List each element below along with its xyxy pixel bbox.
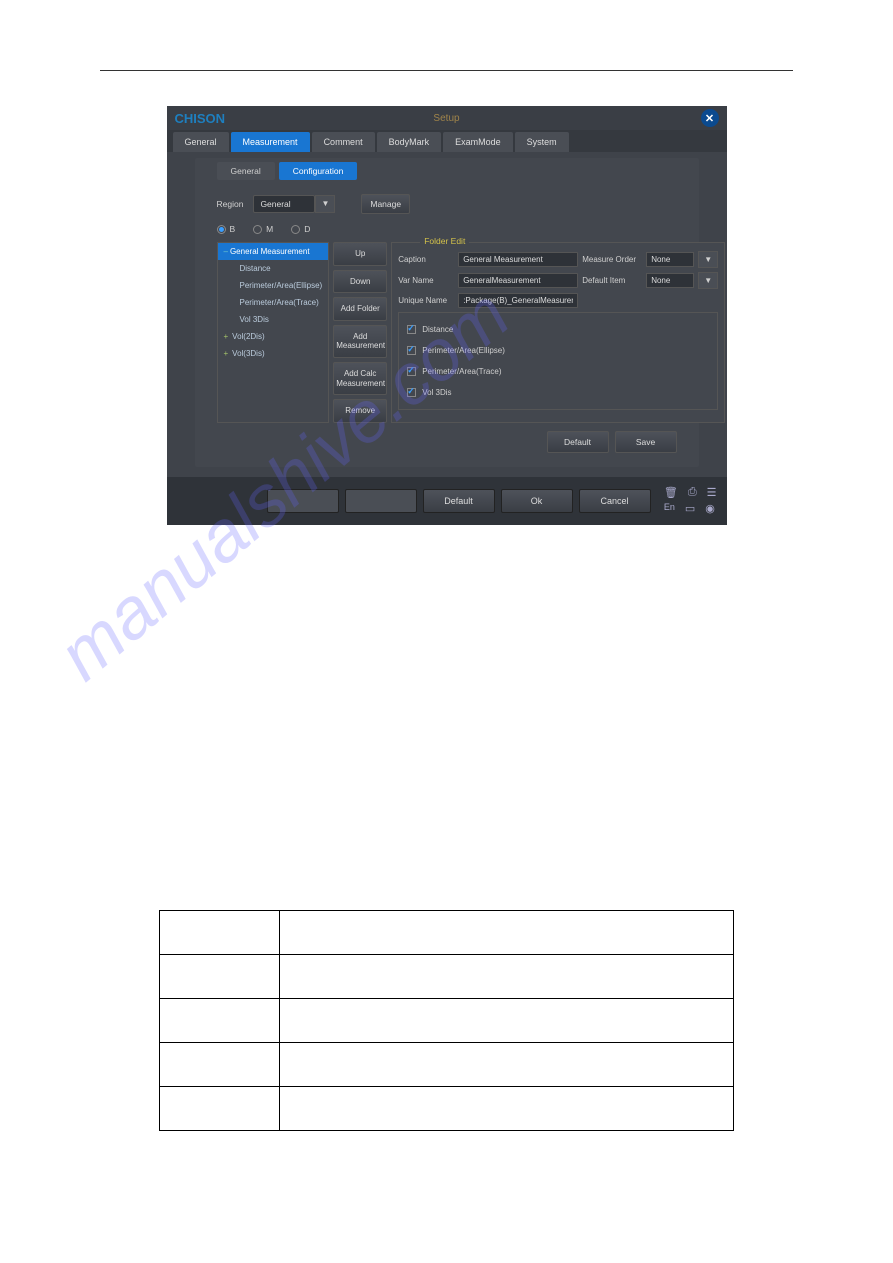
tab-bodymark[interactable]: BodyMark <box>377 132 442 152</box>
folder-edit-panel: Folder Edit Caption Measure Order None ▼… <box>391 242 725 423</box>
footer-cancel-button[interactable]: Cancel <box>579 489 651 513</box>
tab-exammode[interactable]: ExamMode <box>443 132 513 152</box>
region-row: Region General ▼ Manage <box>217 188 677 220</box>
storage-icon[interactable]: ⎙ <box>688 486 697 499</box>
varname-label: Var Name <box>398 276 454 285</box>
microphone-icon[interactable]: ◉ <box>705 502 715 515</box>
footer-buttons: Default Ok Cancel <box>267 489 651 513</box>
measurement-tree: –General Measurement Distance Perimeter/… <box>217 242 330 423</box>
expand-icon: + <box>224 349 229 358</box>
expand-icon: + <box>224 332 229 341</box>
items-checklist: Distance Perimeter/Area(Ellipse) Perimet… <box>398 312 718 410</box>
table-row <box>160 1042 734 1086</box>
check-ellipse[interactable]: Perimeter/Area(Ellipse) <box>405 340 711 361</box>
main-tabs: General Measurement Comment BodyMark Exa… <box>167 130 727 152</box>
subtab-configuration[interactable]: Configuration <box>279 162 358 180</box>
radio-b[interactable]: B <box>217 224 236 234</box>
default-item-select[interactable]: None <box>646 273 694 288</box>
down-button[interactable]: Down <box>333 270 387 294</box>
save-button[interactable]: Save <box>615 431 677 453</box>
config-panel: General Configuration Region General ▼ M… <box>195 158 699 467</box>
document-divider <box>100 70 793 71</box>
tree-item-vol3dis[interactable]: Vol 3Dis <box>218 311 329 328</box>
radio-m[interactable]: M <box>253 224 273 234</box>
footer-status-icons: 🗑 ⎙ ☰ En ▭ ◉ <box>664 486 717 515</box>
tab-general[interactable]: General <box>173 132 229 152</box>
footer-blank-2[interactable] <box>345 489 417 513</box>
config-main-row: –General Measurement Distance Perimeter/… <box>217 242 677 423</box>
varname-input[interactable] <box>458 273 578 288</box>
measure-order-select[interactable]: None <box>646 252 694 267</box>
collapse-icon: – <box>224 247 228 256</box>
app-footer: Default Ok Cancel 🗑 ⎙ ☰ En ▭ ◉ <box>167 477 727 525</box>
region-select[interactable]: General <box>253 195 315 213</box>
language-indicator[interactable]: En <box>664 502 675 515</box>
tree-item-vol3dis-parent[interactable]: +Vol(3Dis) <box>218 345 329 362</box>
region-label: Region <box>217 199 244 209</box>
checkbox-icon <box>407 325 416 334</box>
chevron-down-icon[interactable]: ▼ <box>698 272 718 289</box>
tree-item-vol2dis[interactable]: +Vol(2Dis) <box>218 328 329 345</box>
radio-icon <box>253 225 262 234</box>
panel-footer-buttons: Default Save <box>217 423 677 453</box>
check-vol3dis[interactable]: Vol 3Dis <box>405 382 711 403</box>
radio-d[interactable]: D <box>291 224 310 234</box>
footer-ok-button[interactable]: Ok <box>501 489 573 513</box>
window-title: Setup <box>433 113 459 124</box>
usb-icon[interactable]: ☰ <box>707 486 717 499</box>
table-row <box>160 1086 734 1130</box>
tree-item-trace[interactable]: Perimeter/Area(Trace) <box>218 294 329 311</box>
footer-blank-1[interactable] <box>267 489 339 513</box>
checkbox-icon <box>407 346 416 355</box>
unique-name-label: Unique Name <box>398 296 454 305</box>
titlebar: CHISON Setup ✕ <box>167 106 727 130</box>
footer-default-button[interactable]: Default <box>423 489 495 513</box>
tree-item-distance[interactable]: Distance <box>218 260 329 277</box>
add-measurement-button[interactable]: Add Measurement <box>333 325 387 358</box>
table-row <box>160 910 734 954</box>
table-row <box>160 998 734 1042</box>
checkbox-icon <box>407 367 416 376</box>
tree-item-general-measurement[interactable]: –General Measurement <box>218 243 329 260</box>
trash-icon[interactable]: 🗑 <box>664 486 678 499</box>
tab-comment[interactable]: Comment <box>312 132 375 152</box>
measure-order-label: Measure Order <box>582 255 642 264</box>
caption-input[interactable] <box>458 252 578 267</box>
tab-system[interactable]: System <box>515 132 569 152</box>
sub-tabs: General Configuration <box>217 162 677 188</box>
monitor-icon[interactable]: ▭ <box>685 502 695 515</box>
chevron-down-icon[interactable]: ▼ <box>315 195 335 213</box>
caption-label: Caption <box>398 255 454 264</box>
action-buttons: Up Down Add Folder Add Measurement Add C… <box>333 242 387 423</box>
chevron-down-icon[interactable]: ▼ <box>698 251 718 268</box>
check-trace[interactable]: Perimeter/Area(Trace) <box>405 361 711 382</box>
add-folder-button[interactable]: Add Folder <box>333 297 387 321</box>
brand-logo: CHISON <box>175 111 226 126</box>
table-row <box>160 954 734 998</box>
default-item-label: Default Item <box>582 276 642 285</box>
radio-icon <box>217 225 226 234</box>
check-distance[interactable]: Distance <box>405 319 711 340</box>
checkbox-icon <box>407 388 416 397</box>
folder-edit-title: Folder Edit <box>420 236 469 246</box>
radio-icon <box>291 225 300 234</box>
add-calc-measurement-button[interactable]: Add Calc Measurement <box>333 362 387 395</box>
close-icon: ✕ <box>705 112 714 125</box>
manage-button[interactable]: Manage <box>361 194 410 214</box>
default-button[interactable]: Default <box>547 431 609 453</box>
up-button[interactable]: Up <box>333 242 387 266</box>
remove-button[interactable]: Remove <box>333 399 387 423</box>
close-button[interactable]: ✕ <box>701 109 719 127</box>
document-table <box>159 910 734 1131</box>
tab-measurement[interactable]: Measurement <box>231 132 310 152</box>
tree-item-ellipse[interactable]: Perimeter/Area(Ellipse) <box>218 277 329 294</box>
subtab-general[interactable]: General <box>217 162 275 180</box>
app-window: CHISON Setup ✕ General Measurement Comme… <box>167 106 727 525</box>
unique-name-input[interactable] <box>458 293 578 308</box>
